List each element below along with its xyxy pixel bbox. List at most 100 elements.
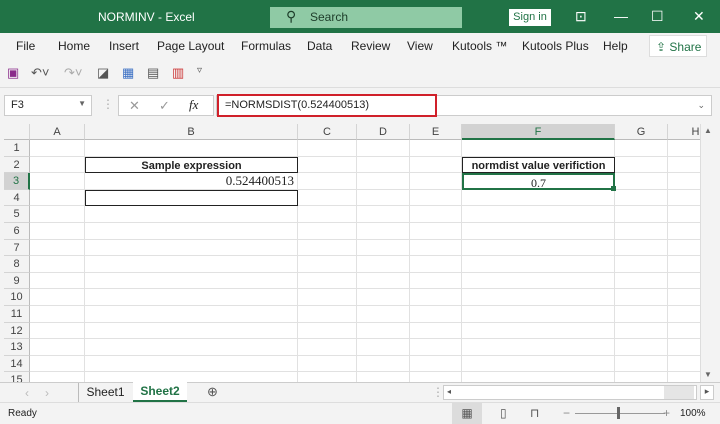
vertical-scrollbar[interactable]: ▲ ▼: [700, 124, 716, 382]
row-header-7[interactable]: 7: [4, 239, 30, 257]
window-title: NORMINV - Excel: [98, 10, 195, 24]
tab-kutools[interactable]: Kutools ™: [452, 39, 507, 53]
scroll-right-icon[interactable]: ▸: [700, 385, 714, 400]
page-layout-view-icon[interactable]: ▯: [500, 406, 507, 420]
print-preview-icon[interactable]: ▤: [147, 65, 159, 81]
cancel-icon[interactable]: ✕: [129, 98, 140, 114]
sign-in-button[interactable]: Sign in: [509, 9, 551, 26]
add-sheet-icon[interactable]: ⊕: [207, 384, 218, 400]
zoom-slider-thumb[interactable]: [617, 407, 620, 419]
tab-page-layout[interactable]: Page Layout: [157, 39, 224, 53]
column-header-d[interactable]: D: [357, 124, 410, 140]
cell-f2[interactable]: normdist value verifiction: [462, 156, 615, 174]
select-all-button[interactable]: [4, 124, 30, 140]
maximize-button[interactable]: ☐: [651, 8, 664, 25]
column-gridline: [667, 140, 668, 382]
next-sheet-icon[interactable]: ›: [45, 386, 49, 400]
column-header-g[interactable]: G: [615, 124, 668, 140]
row-header-3[interactable]: 3: [4, 173, 30, 190]
zoom-level[interactable]: 100%: [680, 408, 706, 419]
zoom-slider[interactable]: [575, 413, 665, 414]
column-header-e[interactable]: E: [410, 124, 462, 140]
share-label: Share: [669, 40, 702, 54]
column-gridline: [356, 140, 357, 382]
row-header-5[interactable]: 5: [4, 206, 30, 223]
column-header-a[interactable]: A: [30, 124, 85, 140]
format-icon[interactable]: ◪: [97, 65, 109, 81]
row-header-8[interactable]: 8: [4, 256, 30, 273]
row-header-14[interactable]: 14: [4, 355, 30, 373]
redo-icon[interactable]: ↷˅: [64, 65, 82, 81]
row-header-6[interactable]: 6: [4, 223, 30, 240]
formula-value[interactable]: =NORMSDIST(0.524400513): [217, 94, 437, 117]
customize-qat-icon[interactable]: ▿: [197, 65, 202, 76]
cell-b3[interactable]: 0.524400513: [85, 173, 298, 190]
name-box[interactable]: F3 ▼: [4, 95, 92, 116]
row-header-2[interactable]: 2: [4, 156, 30, 174]
row-gridline: [30, 271, 700, 273]
name-box-value: F3: [11, 99, 24, 111]
row-header-11[interactable]: 11: [4, 306, 30, 323]
title-bar: NORMINV - Excel ⚲ Search Sign in ⊡ — ☐ ✕: [0, 0, 720, 33]
fill-handle[interactable]: [611, 185, 616, 191]
tab-home[interactable]: Home: [58, 39, 90, 53]
row-header-10[interactable]: 10: [4, 289, 30, 306]
row-gridline: [30, 288, 700, 290]
prev-sheet-icon[interactable]: ‹: [25, 386, 29, 400]
sheet-tab-sheet2[interactable]: Sheet2: [133, 382, 187, 402]
cell-b4[interactable]: [85, 189, 298, 207]
column-header-b[interactable]: B: [85, 124, 298, 140]
quick-access-toolbar: ▣ ↶˅ ↷˅ ◪ ▦ ▤ ▥ ▿: [0, 59, 720, 88]
column-header-f[interactable]: F: [462, 124, 615, 140]
drag-handle-icon[interactable]: ⋮: [102, 97, 114, 111]
sheet-tab-sheet1[interactable]: Sheet1: [78, 383, 132, 402]
scroll-down-icon[interactable]: ▼: [704, 370, 712, 379]
search-box[interactable]: ⚲ Search: [270, 7, 462, 28]
column-gridline: [409, 140, 410, 382]
share-icon: ⇪: [656, 40, 670, 54]
kutools-icon[interactable]: ▦: [122, 65, 134, 81]
tab-help[interactable]: Help: [603, 39, 628, 53]
expand-formula-icon[interactable]: ⌄: [697, 100, 705, 111]
close-button[interactable]: ✕: [693, 8, 705, 25]
share-button[interactable]: ⇪ Share: [649, 35, 707, 57]
row-gridline: [30, 255, 700, 257]
tab-file[interactable]: File: [16, 39, 35, 53]
tab-data[interactable]: Data: [307, 39, 332, 53]
ribbon-tabs: File Home Insert Page Layout Formulas Da…: [0, 33, 720, 59]
zoom-in-icon[interactable]: +: [663, 406, 670, 420]
sheet-tabs-bar: ‹ › Sheet1 Sheet2 ⊕ ⋮ ◂ ▸: [0, 382, 720, 402]
sheet-icon[interactable]: ▥: [172, 65, 184, 81]
row-header-9[interactable]: 9: [4, 272, 30, 290]
tab-insert[interactable]: Insert: [109, 39, 139, 53]
tab-view[interactable]: View: [407, 39, 433, 53]
tab-kutools-plus[interactable]: Kutools Plus: [522, 39, 589, 53]
horizontal-scrollbar[interactable]: ◂: [443, 385, 697, 400]
column-header-c[interactable]: C: [298, 124, 357, 140]
normal-view-icon[interactable]: ▦: [452, 403, 482, 424]
row-gridline: [30, 222, 700, 223]
status-bar: Ready ▦ ▯ ⊓ − + 100%: [0, 402, 720, 424]
column-header-h[interactable]: H: [668, 124, 700, 140]
row-header-1[interactable]: 1: [4, 140, 30, 157]
zoom-out-icon[interactable]: −: [563, 406, 570, 420]
cell-f3-selected[interactable]: 0.7: [462, 173, 615, 190]
undo-icon[interactable]: ↶˅: [31, 65, 49, 81]
row-gridline: [30, 338, 700, 340]
ribbon-display-icon[interactable]: ⊡: [575, 8, 587, 25]
spreadsheet-grid[interactable]: A B C D E F G H 1 2 3 4 5 6 7 8 9 10 11 12 13 14 15 Sample expr…: [4, 124, 700, 382]
insert-function-icon[interactable]: fx: [189, 97, 198, 113]
save-icon[interactable]: ▣: [7, 65, 19, 81]
minimize-button[interactable]: —: [614, 8, 628, 24]
scroll-left-icon[interactable]: ◂: [447, 387, 451, 396]
enter-icon[interactable]: ✓: [159, 98, 170, 114]
row-header-15[interactable]: 15: [4, 372, 30, 382]
cell-b2[interactable]: Sample expression: [85, 156, 298, 174]
scroll-up-icon[interactable]: ▲: [704, 126, 712, 135]
row-header-12[interactable]: 12: [4, 322, 30, 340]
row-header-13[interactable]: 13: [4, 339, 30, 356]
page-break-view-icon[interactable]: ⊓: [530, 406, 539, 420]
tab-formulas[interactable]: Formulas: [241, 39, 291, 53]
row-header-4[interactable]: 4: [4, 189, 30, 207]
tab-review[interactable]: Review: [351, 39, 390, 53]
